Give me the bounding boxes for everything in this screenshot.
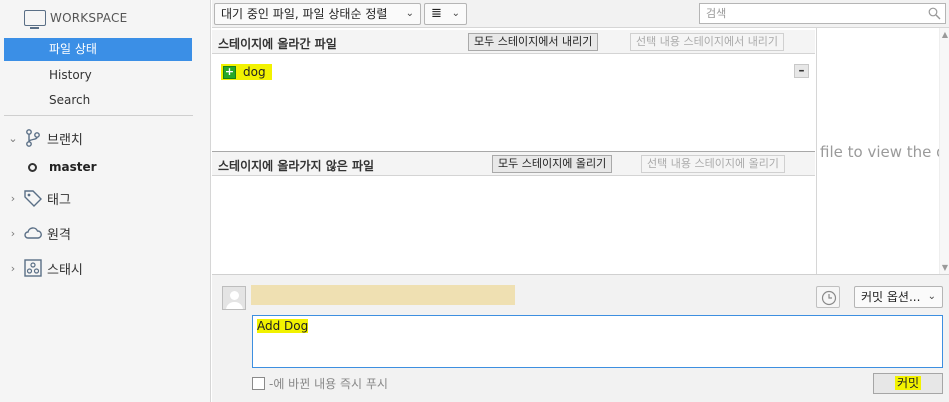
sidebar-divider [4, 115, 193, 116]
sort-dropdown-label: 대기 중인 파일, 파일 상태순 정렬 [221, 7, 388, 21]
sort-dropdown[interactable]: 대기 중인 파일, 파일 상태순 정렬 ⌄ [214, 3, 421, 25]
chevron-right-icon: › [10, 261, 16, 275]
chevron-down-icon: ⌄ [8, 131, 18, 145]
commit-history-button[interactable] [816, 286, 840, 308]
collapse-minus-button[interactable]: – [794, 64, 809, 78]
diff-placeholder: Select a file to view the diff [817, 143, 949, 161]
sidebar-group-branches[interactable]: ⌄ 브랜치 [6, 127, 83, 149]
diff-pane: Select a file to view the diff ▲ ▼ [816, 28, 949, 274]
list-view-icon: ≣ [431, 6, 442, 21]
search-field [699, 3, 946, 24]
chevron-down-icon: ⌄ [405, 8, 414, 19]
sidebar-group-branches-label: 브랜치 [47, 132, 83, 148]
unstage-all-button[interactable]: 모두 스테이지에서 내리기 [468, 33, 599, 51]
chevron-right-icon: › [10, 226, 16, 240]
sidebar: WORKSPACE 파일 상태 History Search ⌄ 브랜치 mas… [0, 0, 211, 402]
cloud-icon [24, 227, 42, 239]
author-field[interactable] [251, 285, 515, 305]
push-label: -에 바뀐 내용 즉시 푸시 [269, 377, 388, 391]
diff-scrollbar[interactable]: ▲ ▼ [939, 28, 949, 274]
sidebar-item-file-status[interactable]: 파일 상태 [4, 38, 192, 61]
stash-icon [24, 259, 42, 277]
sidebar-group-tags[interactable]: › 태그 [6, 187, 71, 209]
tag-icon [24, 190, 42, 207]
commit-message-input[interactable]: Add Dog [252, 315, 943, 368]
staged-file-row[interactable]: + dog [221, 63, 272, 81]
sidebar-group-stashes[interactable]: › 스태시 [6, 257, 83, 279]
file-name: dog [243, 65, 266, 79]
file-added-icon: + [223, 64, 236, 79]
push-option: -에 바뀐 내용 즉시 푸시 [252, 375, 388, 392]
push-checkbox[interactable] [252, 377, 265, 390]
stage-selected-button[interactable]: 선택 내용 스테이지에 올리기 [641, 155, 785, 173]
monitor-icon [24, 10, 46, 29]
staged-files-header: 스테이지에 올라간 파일 모두 스테이지에서 내리기 선택 내용 스테이지에서 … [212, 30, 815, 54]
unstaged-files-header: 스테이지에 올라가지 않은 파일 모두 스테이지에 올리기 선택 내용 스테이지… [212, 152, 815, 176]
sidebar-group-stashes-label: 스태시 [47, 262, 83, 278]
search-input[interactable] [706, 7, 916, 20]
staged-files-panel: 스테이지에 올라간 파일 모두 스테이지에서 내리기 선택 내용 스테이지에서 … [212, 28, 815, 151]
view-mode-dropdown[interactable]: ≣ ⌄ [424, 3, 467, 25]
commit-options-dropdown[interactable]: 커밋 옵션... ⌄ [854, 286, 943, 308]
scroll-up-icon[interactable]: ▲ [942, 30, 948, 39]
unstaged-files-panel: 스테이지에 올라가지 않은 파일 모두 스테이지에 올리기 선택 내용 스테이지… [212, 152, 815, 274]
chevron-right-icon: › [10, 191, 16, 205]
search-icon [928, 7, 941, 20]
stage-all-button[interactable]: 모두 스테이지에 올리기 [492, 155, 613, 173]
unstage-selected-button[interactable]: 선택 내용 스테이지에서 내리기 [630, 33, 785, 51]
commit-button-label: 커밋 [894, 376, 922, 390]
current-branch-icon [28, 162, 37, 172]
chevron-down-icon: ⌄ [451, 8, 460, 19]
commit-button[interactable]: 커밋 [873, 373, 943, 394]
sidebar-item-history[interactable]: History [4, 64, 192, 87]
clock-icon [821, 290, 837, 306]
workspace-label: WORKSPACE [50, 11, 128, 25]
branch-icon [26, 129, 40, 147]
sidebar-group-tags-label: 태그 [47, 192, 71, 208]
staged-files-title: 스테이지에 올라간 파일 [218, 37, 337, 51]
branch-item-master[interactable]: master [28, 157, 97, 177]
file-highlight: + dog [221, 64, 272, 80]
commit-options-label: 커밋 옵션... [861, 290, 921, 304]
commit-message-text: Add Dog [257, 319, 309, 333]
app-window: WORKSPACE 파일 상태 History Search ⌄ 브랜치 mas… [0, 0, 949, 402]
sidebar-group-remotes[interactable]: › 원격 [6, 222, 71, 244]
scroll-down-icon[interactable]: ▼ [942, 263, 948, 272]
toolbar: 대기 중인 파일, 파일 상태순 정렬 ⌄ ≣ ⌄ [212, 0, 949, 28]
sidebar-group-remotes-label: 원격 [47, 227, 71, 243]
commit-area: 커밋 옵션... ⌄ Add Dog -에 바뀐 내용 즉시 푸시 커밋 [212, 274, 949, 402]
avatar [222, 286, 246, 310]
chevron-down-icon: ⌄ [927, 291, 936, 302]
sidebar-item-search[interactable]: Search [4, 89, 192, 112]
unstaged-files-title: 스테이지에 올라가지 않은 파일 [218, 159, 375, 173]
workspace-header: WORKSPACE [24, 10, 128, 29]
branch-label: master [49, 160, 97, 174]
